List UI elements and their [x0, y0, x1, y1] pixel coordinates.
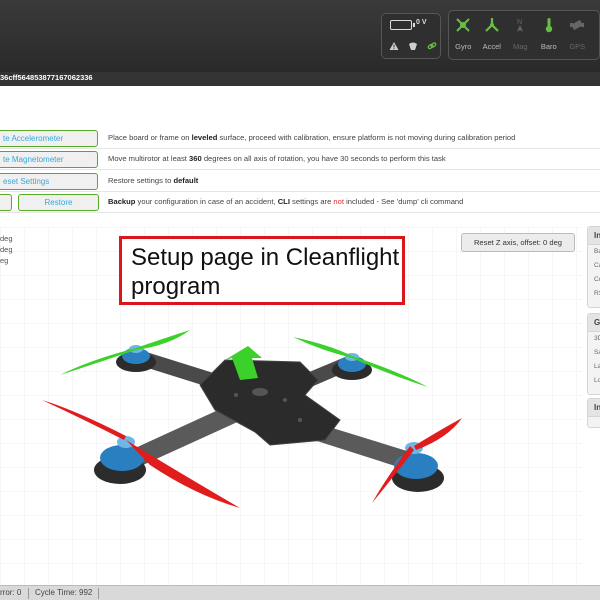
propeller-rear-right-a [293, 337, 352, 358]
propeller-rear-left-b [136, 330, 190, 350]
caption-text: Setup page in Cleanflight program [131, 244, 400, 300]
info-line: Ba [594, 248, 600, 255]
error-count: rror: 0 [0, 588, 22, 597]
instruments-panel: In [587, 398, 600, 428]
info-line: Ca [594, 262, 600, 269]
status-footer: rror: 0 Cycle Time: 992 [0, 585, 600, 600]
panel-title: G [588, 314, 600, 332]
app-window: 0 V Gyro Accel N Mag Baro GPS 36cff56485… [0, 0, 600, 600]
footer-divider [28, 588, 29, 599]
gps-line: Lo [594, 377, 600, 384]
caption-box: Setup page in Cleanflight program [119, 236, 405, 305]
gps-panel: G 3D Sa La Lo [587, 313, 600, 395]
gps-line: 3D [594, 335, 600, 342]
panel-title: In [588, 227, 600, 245]
info-line: Co [594, 276, 600, 283]
propeller-front-left-a [42, 400, 126, 440]
footer-divider [98, 588, 99, 599]
propeller-front-right-a [414, 418, 462, 450]
cycle-time: Cycle Time: 992 [35, 588, 93, 597]
gps-line: Sa [594, 349, 600, 356]
gps-line: La [594, 363, 600, 370]
info-line: RS [594, 290, 600, 297]
panel-title: In [588, 399, 600, 417]
info-panel: In Ba Ca Co RS [587, 226, 600, 308]
